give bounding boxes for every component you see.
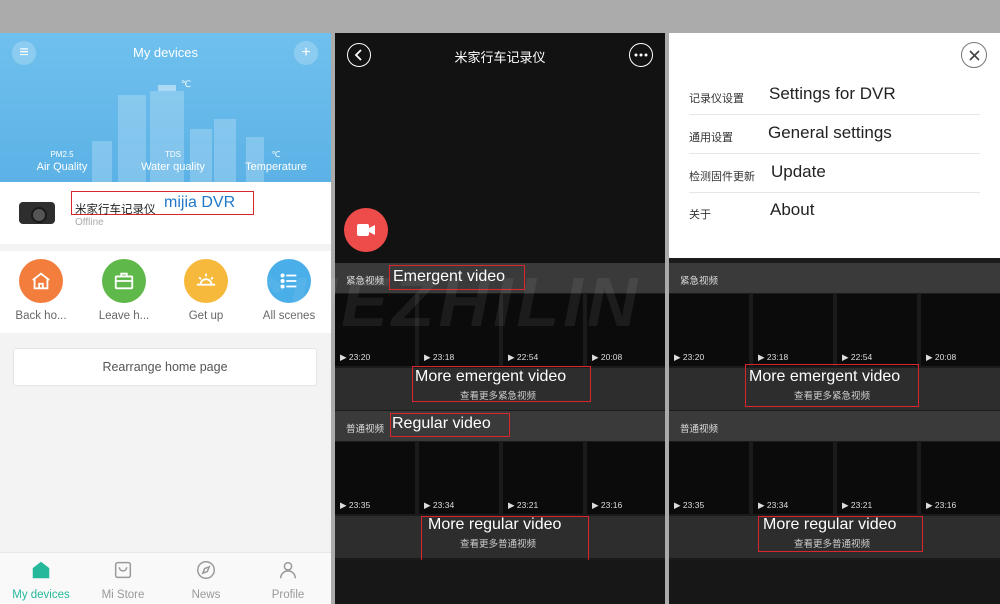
video-thumbnail[interactable]: ▶ 23:34 — [753, 442, 833, 514]
sunrise-icon — [184, 259, 228, 303]
house-icon — [32, 561, 50, 579]
more-emergent-english: More emergent video — [415, 368, 567, 385]
video-thumbnail[interactable]: ▶ 23:20 — [669, 294, 749, 366]
device-name: 米家行车记录仪 — [75, 204, 156, 216]
video-thumbnail[interactable]: ▶ 23:16 — [587, 442, 665, 514]
more-options-icon[interactable] — [629, 43, 653, 67]
video-thumbnail[interactable]: ▶ 23:35 — [669, 442, 749, 514]
close-icon[interactable] — [961, 42, 987, 68]
metric-temperature: ℃ Temperature — [245, 150, 307, 173]
video-thumbnail[interactable]: ▶ 20:08 — [921, 294, 1000, 366]
more-regular-english: More regular video — [763, 516, 897, 533]
bottom-fill — [669, 560, 1000, 604]
settings-panel: 记录仪设置 Settings for DVR 通用设置 General sett… — [669, 33, 1000, 604]
video-thumbnail[interactable]: ▶ 23:16 — [921, 442, 1000, 514]
dvr-camera-icon — [19, 202, 55, 224]
scene-leave-home[interactable]: Leave h... — [94, 259, 154, 322]
video-thumbnail[interactable]: ▶ 23:35 — [335, 442, 415, 514]
regular-label: 普通视频 — [680, 424, 719, 435]
person-icon — [279, 561, 297, 579]
video-camera-icon — [357, 224, 375, 236]
home-header: ≡ My devices + ℃ PM2.5 Air Quality TDS W… — [0, 33, 331, 182]
store-icon — [114, 561, 132, 579]
scene-back-home[interactable]: Back ho... — [11, 259, 71, 322]
tab-my-devices[interactable]: My devices — [0, 559, 82, 601]
more-emergent-label: 查看更多紧急视频 — [460, 391, 537, 402]
menu-item-update[interactable]: 检测固件更新 Update — [689, 155, 980, 193]
scene-get-up[interactable]: Get up — [176, 259, 236, 322]
regular-label-english: Regular video — [392, 415, 491, 432]
metric-air-quality: PM2.5 Air Quality — [36, 150, 88, 173]
video-thumbnail[interactable]: ▶ 23:18 — [753, 294, 833, 366]
more-regular-label: 查看更多普通视频 — [794, 539, 871, 550]
more-emergent-label: 查看更多紧急视频 — [794, 391, 871, 402]
device-card[interactable]: 米家行车记录仪 mijia DVR Offline — [0, 182, 331, 244]
regular-label: 普通视频 — [346, 424, 385, 435]
home-icon — [19, 259, 63, 303]
briefcase-icon — [102, 259, 146, 303]
menu-item-about[interactable]: 关于 About — [689, 193, 980, 231]
regular-header — [669, 411, 1000, 441]
menu-item-dvr-settings[interactable]: 记录仪设置 Settings for DVR — [689, 77, 980, 115]
temperature-unit: ℃ — [181, 79, 192, 89]
emergent-label: 紧急视频 — [680, 276, 719, 287]
tab-news[interactable]: News — [165, 559, 247, 601]
record-button[interactable] — [344, 208, 388, 252]
more-regular-label: 查看更多普通视频 — [460, 539, 537, 550]
video-thumbnail[interactable]: ▶ 22:54 — [837, 294, 917, 366]
compass-icon — [197, 561, 215, 579]
device-status: Offline — [75, 217, 104, 228]
video-thumbnail[interactable]: ▶ 23:34 — [419, 442, 499, 514]
rearrange-home-button[interactable]: Rearrange home page — [13, 348, 317, 386]
add-icon[interactable]: + — [294, 41, 318, 65]
tab-mi-store[interactable]: Mi Store — [82, 559, 164, 601]
menu-item-general-settings[interactable]: 通用设置 General settings — [689, 116, 980, 154]
video-thumbnail[interactable]: ▶ 23:21 — [503, 442, 583, 514]
bottom-fill — [335, 560, 665, 604]
more-emergent-english: More emergent video — [749, 368, 901, 385]
more-regular-english: More regular video — [428, 516, 562, 533]
metric-water-quality: TDS Water quality — [141, 150, 205, 173]
emergent-header — [669, 263, 1000, 293]
dvr-title: 米家行车记录仪 — [454, 50, 546, 65]
watermark: CHEZHILIN — [232, 263, 642, 341]
settings-menu: 记录仪设置 Settings for DVR 通用设置 General sett… — [669, 33, 1000, 258]
video-thumbnail[interactable]: ▶ 23:21 — [837, 442, 917, 514]
device-name-english: mijia DVR — [164, 194, 236, 211]
tab-profile[interactable]: Profile — [247, 559, 329, 601]
bottom-tab-bar: My devices Mi Store News Profile — [0, 552, 331, 604]
page-title: My devices — [132, 45, 199, 60]
